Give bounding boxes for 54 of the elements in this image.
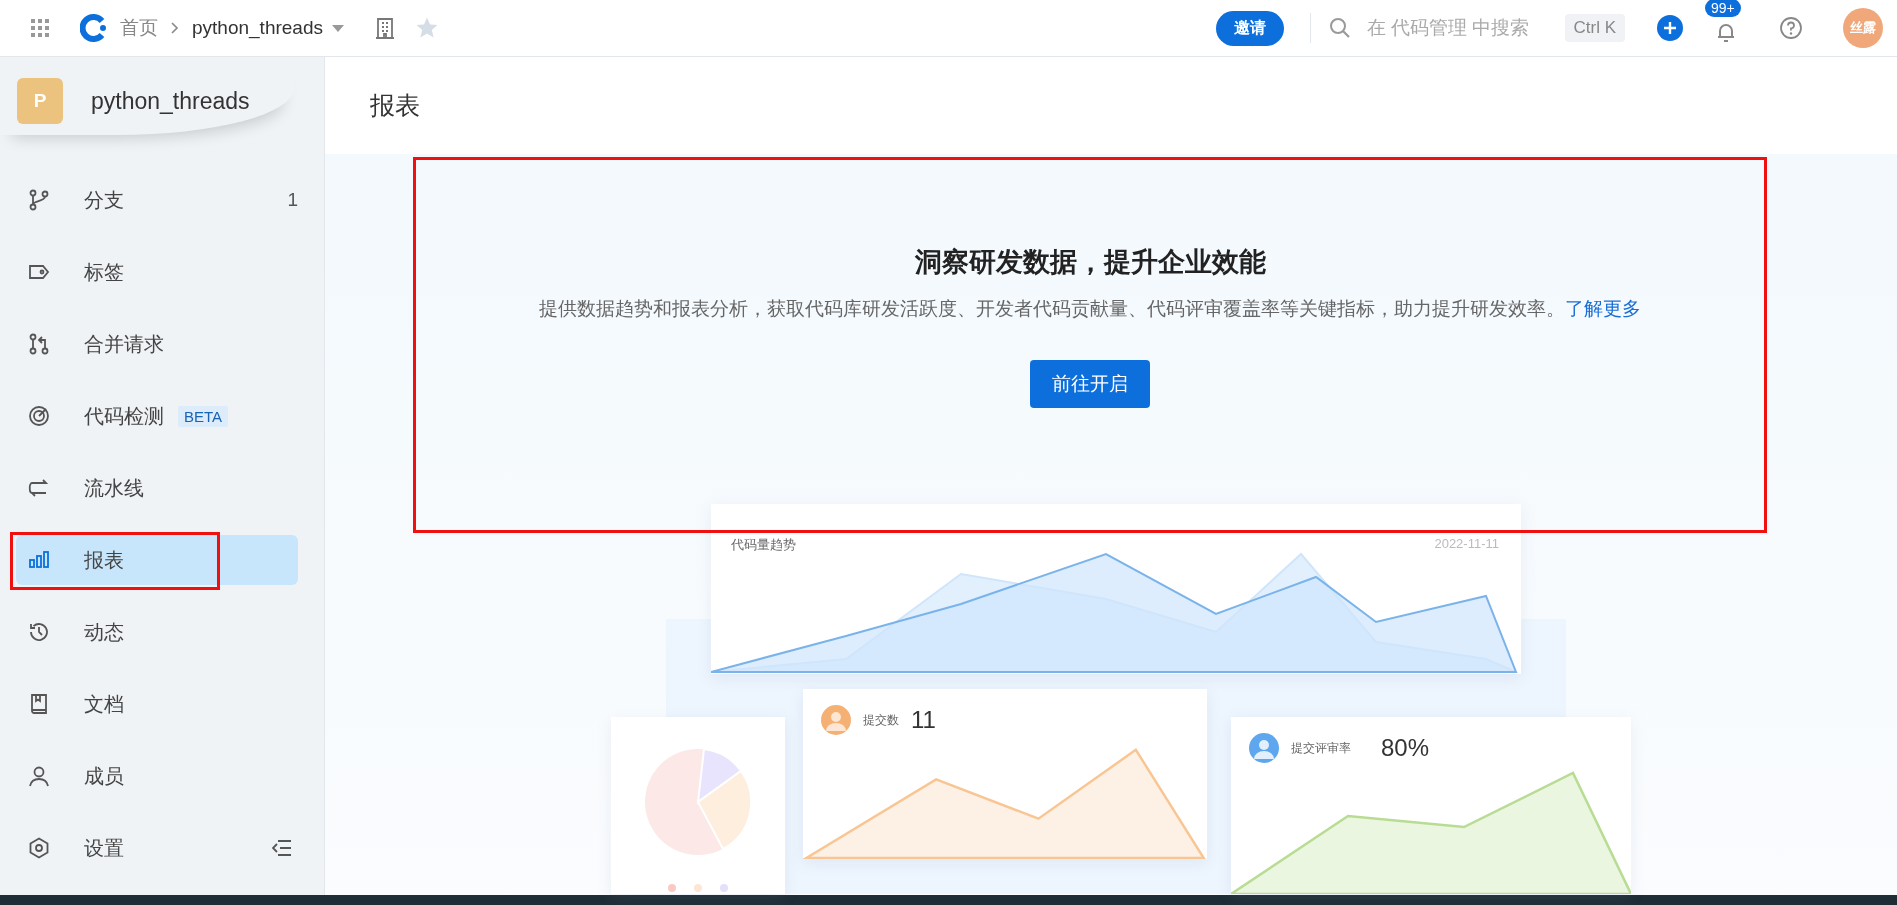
banner-description: 提供数据趋势和报表分析，获取代码库研发活跃度、开发者代码贡献量、代码评审覆盖率等关键指标，助力提升研发效率。了解更多 [539, 297, 1641, 321]
notification-badge: 99+ [1705, 0, 1741, 17]
breadcrumb-link[interactable]: 首页 [120, 15, 158, 41]
chart-title: 代码量趋势 [731, 536, 796, 554]
metric-label: 提交评审率 [1291, 739, 1351, 757]
sidebar-item[interactable]: 报表 [16, 535, 298, 585]
user-avatar-icon [821, 705, 851, 735]
metric-value: 80% [1381, 734, 1430, 762]
chevron-icon [170, 21, 180, 35]
logo-icon[interactable] [80, 14, 108, 42]
sidebar-item[interactable]: 文档 [16, 679, 298, 729]
sidebar-item[interactable]: 代码检测 BETA [16, 391, 298, 441]
enable-button[interactable]: 前往开启 [1030, 360, 1150, 408]
shortcut-hint: Ctrl K [1564, 14, 1625, 42]
legend-dots-drawing [668, 884, 728, 892]
doc-icon [28, 693, 50, 715]
sidebar-item[interactable]: 分支 1 [16, 175, 298, 225]
branch-count: 1 [287, 189, 298, 211]
help-icon[interactable] [1779, 16, 1803, 40]
history-icon [28, 621, 50, 643]
scan-icon [28, 405, 50, 427]
sidebar-item[interactable]: 设置 [16, 823, 298, 873]
chart-date: 2022-11-11 [1434, 536, 1499, 551]
building-icon[interactable] [375, 17, 395, 39]
apps-grid-icon[interactable] [30, 18, 50, 38]
invite-button[interactable]: 邀请 [1215, 10, 1284, 46]
member-icon [28, 765, 50, 787]
star-icon[interactable] [415, 16, 439, 40]
plus-icon[interactable] [1657, 15, 1683, 41]
merge-icon [28, 333, 50, 355]
collapse-icon[interactable] [272, 839, 292, 857]
beta-tag: BETA [178, 405, 229, 427]
learn-more-link[interactable]: 了解更多 [1565, 298, 1641, 319]
sidebar-item[interactable]: 动态 [16, 607, 298, 657]
metric-value: 11 [911, 706, 936, 734]
settings-icon [28, 837, 50, 859]
project-name[interactable]: python_threads [91, 87, 250, 115]
caret-icon[interactable] [331, 23, 345, 33]
sidebar-item[interactable]: 流水线 [16, 463, 298, 513]
banner-title: 洞察研发数据，提升企业效能 [914, 246, 1266, 279]
search-icon [1328, 17, 1351, 39]
breadcrumb-link[interactable]: python_threads [192, 17, 323, 39]
report-icon [28, 549, 50, 571]
sidebar-item[interactable]: 标签 [16, 247, 298, 297]
search-field[interactable]: 在 代码管理 中搜索 [1328, 16, 1559, 40]
metric-label: 提交数 [863, 711, 899, 729]
sidebar-item[interactable]: 成员 [16, 751, 298, 801]
sidebar-item[interactable]: 合并请求 [16, 319, 298, 369]
page-title: 报表 [370, 90, 420, 121]
user-avatar-icon [1249, 733, 1279, 763]
bell-icon[interactable] [1715, 21, 1737, 43]
branch-icon [28, 189, 50, 211]
pipeline-icon [28, 477, 50, 499]
project-avatar: P [17, 78, 63, 124]
